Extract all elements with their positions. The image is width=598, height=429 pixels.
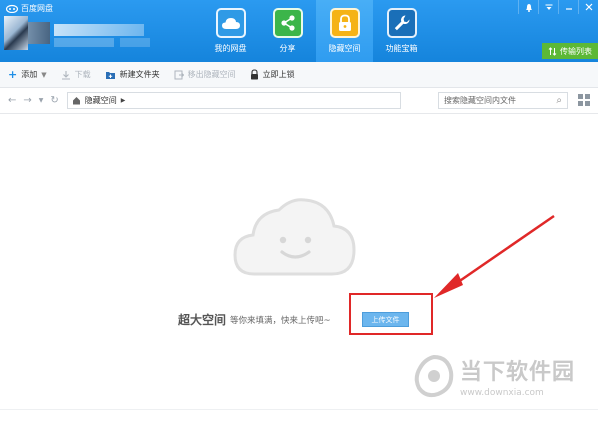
wrench-icon — [386, 8, 417, 38]
nav-share[interactable]: 分享 — [259, 0, 316, 62]
close-button[interactable] — [578, 0, 598, 14]
baidu-cloud-logo-icon — [6, 4, 18, 13]
avatar-blur — [28, 22, 50, 44]
smiling-cloud-icon — [233, 198, 356, 276]
avatar[interactable] — [4, 16, 28, 50]
download-label: 下载 — [74, 70, 91, 79]
nav-label: 功能宝箱 — [385, 44, 418, 53]
nav-hidden-space[interactable]: 隐藏空间 — [316, 0, 373, 62]
promo-title: 超大空间 — [178, 313, 227, 327]
minimize-button[interactable] — [558, 0, 578, 14]
chevron-right-icon[interactable]: ▶ — [121, 97, 126, 104]
window-controls — [518, 0, 598, 14]
lock-now-button[interactable]: 立即上锁 — [250, 69, 295, 80]
new-folder-button[interactable]: 新建文件夹 — [105, 69, 160, 80]
padlock-icon — [250, 69, 258, 80]
refresh-icon[interactable]: ↻ — [50, 95, 58, 106]
promo-subtitle: 等你来填满，快来上传吧~ — [230, 315, 331, 326]
new-folder-icon — [105, 71, 115, 79]
nav-toolbox[interactable]: 功能宝箱 — [373, 0, 430, 62]
app-logo: 百度网盘 — [6, 3, 53, 14]
home-icon — [72, 97, 80, 105]
address-bar: ← → ▼ ↻ 隐藏空间 ▶ 搜索隐藏空间内文件 ⌕ — [0, 88, 598, 114]
transfer-arrows-icon — [548, 46, 557, 56]
transfer-label: 传输列表 — [560, 46, 592, 56]
main-nav: 我的网盘 分享 隐藏空间 功能宝箱 — [202, 0, 430, 62]
back-arrow-icon[interactable]: ← — [8, 95, 16, 106]
watermark: 当下软件园 www.downxia.com — [414, 354, 575, 398]
search-icon[interactable]: ⌕ — [556, 95, 562, 106]
move-out-button[interactable]: 移出隐藏空间 — [174, 69, 236, 80]
chevron-down-icon: ▼ — [41, 70, 47, 79]
lock-icon — [329, 8, 360, 38]
user-info-blurred — [54, 38, 114, 47]
nav-label: 分享 — [279, 44, 296, 53]
menu-dropdown-icon[interactable] — [538, 0, 558, 14]
app-title: 百度网盘 — [21, 4, 53, 13]
promo-text: 超大空间 等你来填满，快来上传吧~ — [178, 311, 331, 328]
history-dropdown-icon[interactable]: ▼ — [39, 97, 44, 104]
nav-my-disk[interactable]: 我的网盘 — [202, 0, 259, 62]
download-icon — [61, 70, 70, 80]
breadcrumb[interactable]: 隐藏空间 ▶ — [66, 92, 401, 109]
lock-now-label: 立即上锁 — [262, 70, 295, 79]
watermark-logo-icon — [414, 354, 454, 398]
username-blurred — [54, 24, 144, 36]
app-window: 百度网盘 我的网盘 分享 隐藏空间 功能宝箱 传输列表 + 添加 ▼ 下载 新建… — [0, 0, 598, 429]
history-nav: ← → ▼ ↻ — [8, 95, 59, 106]
cloud-icon — [215, 8, 246, 38]
share-icon — [272, 8, 303, 38]
forward-arrow-icon[interactable]: → — [23, 95, 31, 106]
plus-icon: + — [8, 68, 18, 81]
move-out-label: 移出隐藏空间 — [187, 70, 236, 79]
add-button[interactable]: + 添加 ▼ — [8, 69, 47, 80]
toolbar: + 添加 ▼ 下载 新建文件夹 移出隐藏空间 立即上锁 — [0, 62, 598, 88]
grid-view-icon[interactable] — [578, 94, 590, 106]
status-divider — [0, 409, 598, 410]
breadcrumb-current[interactable]: 隐藏空间 — [85, 95, 117, 106]
red-arrow-annotation — [434, 214, 555, 298]
download-button[interactable]: 下载 — [61, 69, 91, 80]
user-info-blurred — [120, 38, 150, 47]
new-folder-label: 新建文件夹 — [119, 70, 160, 79]
nav-label: 隐藏空间 — [328, 44, 361, 53]
upload-file-button[interactable]: 上传文件 — [362, 312, 409, 327]
move-out-icon — [174, 70, 184, 79]
search-placeholder: 搜索隐藏空间内文件 — [444, 96, 516, 105]
watermark-url: www.downxia.com — [460, 388, 544, 398]
add-label: 添加 — [21, 70, 38, 79]
notification-icon[interactable] — [518, 0, 538, 14]
header: 百度网盘 我的网盘 分享 隐藏空间 功能宝箱 传输列表 — [0, 0, 598, 62]
transfer-list-button[interactable]: 传输列表 — [542, 43, 598, 59]
watermark-text: 当下软件园 — [460, 360, 576, 385]
nav-label: 我的网盘 — [214, 44, 247, 53]
search-input[interactable]: 搜索隐藏空间内文件 ⌕ — [438, 92, 568, 109]
